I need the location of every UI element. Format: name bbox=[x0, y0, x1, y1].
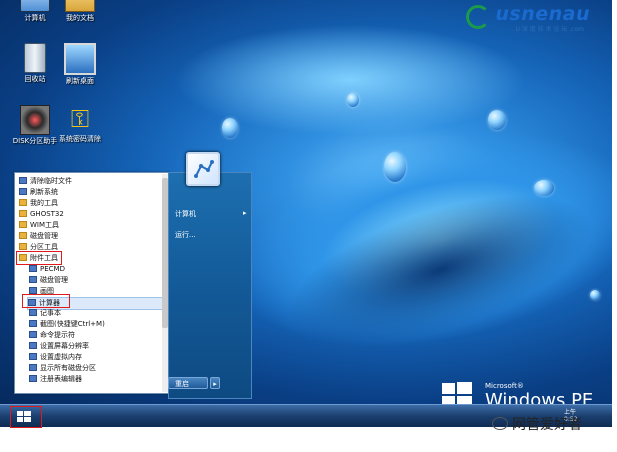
program-item[interactable]: 截图(快捷键Ctrl+M) bbox=[29, 319, 105, 330]
program-item[interactable]: 我的工具 bbox=[19, 198, 58, 209]
application-icon bbox=[29, 353, 37, 360]
program-item[interactable]: GHOST32 bbox=[19, 209, 64, 220]
water-highlight bbox=[160, 20, 540, 140]
program-item-label: 我的工具 bbox=[30, 199, 58, 207]
wechat-icon bbox=[492, 417, 508, 430]
network-icon bbox=[194, 160, 214, 178]
highlight-calculator bbox=[22, 294, 70, 308]
watermark: 网管爱好者 bbox=[492, 414, 582, 434]
program-item[interactable]: 磁盘管理 bbox=[29, 275, 68, 286]
program-item-label: WIM工具 bbox=[30, 221, 60, 229]
application-icon bbox=[19, 177, 27, 184]
program-item[interactable]: WIM工具 bbox=[19, 220, 59, 231]
program-item-label: 刷新系统 bbox=[30, 188, 58, 196]
brand-logo: usnenau bbox=[495, 3, 590, 25]
program-item[interactable]: 设置虚拟内存 bbox=[29, 352, 82, 363]
windows-logo-icon bbox=[442, 382, 472, 404]
program-item-label: 磁盘管理 bbox=[40, 276, 68, 284]
water-drop bbox=[384, 152, 406, 182]
water-drop bbox=[534, 180, 554, 196]
program-item[interactable]: 命令提示符 bbox=[29, 330, 75, 341]
restart-options-button[interactable]: ▸ bbox=[210, 377, 220, 389]
brand-logo-icon bbox=[466, 5, 490, 29]
desktop-icon-documents[interactable]: 我的文档 bbox=[45, 0, 115, 23]
application-icon bbox=[29, 265, 37, 272]
application-icon bbox=[29, 375, 37, 382]
program-item[interactable]: PECMD bbox=[29, 264, 65, 275]
application-icon bbox=[29, 276, 37, 283]
program-item-label: 设置虚拟内存 bbox=[40, 353, 82, 361]
desktop-icon-refresh-desktop[interactable]: 刷新桌面 bbox=[45, 43, 115, 86]
vendor-label: Microsoft® bbox=[485, 382, 524, 390]
folder-icon bbox=[19, 243, 27, 250]
program-item-label: 命令提示符 bbox=[40, 331, 75, 339]
highlight-accessories-folder bbox=[16, 251, 62, 265]
folder-icon bbox=[19, 210, 27, 217]
application-icon bbox=[29, 342, 37, 349]
start-menu-right-pane: 计算机 ▸ 运行... bbox=[168, 172, 252, 399]
application-icon bbox=[29, 364, 37, 371]
start-menu-computer[interactable]: 计算机 ▸ bbox=[175, 209, 247, 219]
start-menu-run[interactable]: 运行... bbox=[175, 230, 196, 240]
water-drop bbox=[488, 110, 506, 130]
program-item[interactable]: 显示所有磁盘分区 bbox=[29, 363, 96, 374]
chevron-right-icon: ▸ bbox=[243, 209, 247, 217]
program-item-label: PECMD bbox=[40, 265, 65, 273]
application-icon bbox=[29, 331, 37, 338]
program-item-label: 设置屏幕分辨率 bbox=[40, 342, 89, 350]
folder-icon bbox=[19, 221, 27, 228]
restart-button[interactable]: 重启 bbox=[168, 377, 208, 389]
application-icon bbox=[19, 188, 27, 195]
program-item-label: 分区工具 bbox=[30, 243, 58, 251]
program-item[interactable]: 磁盘管理 bbox=[19, 231, 58, 242]
start-menu: 清除临时文件 刷新系统 我的工具 GHOST32 WIM工具 磁盘管理 分区工具 附件工具 PE… bbox=[8, 163, 252, 399]
key-icon: ⚿ bbox=[70, 105, 90, 133]
program-item-label: 记事本 bbox=[40, 309, 61, 317]
application-icon bbox=[29, 287, 37, 294]
user-picture bbox=[186, 152, 220, 186]
application-icon bbox=[29, 320, 37, 327]
program-item-label: GHOST32 bbox=[30, 210, 64, 218]
os-label: Windows PE bbox=[485, 390, 594, 404]
folder-icon bbox=[19, 232, 27, 239]
program-item[interactable]: 清除临时文件 bbox=[19, 176, 72, 187]
application-icon bbox=[29, 309, 37, 316]
program-item[interactable]: 记事本 bbox=[29, 308, 61, 319]
windows-pe-branding: Microsoft® Windows PE bbox=[441, 381, 593, 404]
program-item-label: 清除临时文件 bbox=[30, 177, 72, 185]
program-item-label: 截图(快捷键Ctrl+M) bbox=[40, 320, 105, 328]
brand-subtitle: U 深 度 技 术 论 坛 .com bbox=[515, 26, 584, 33]
water-drop bbox=[222, 118, 238, 138]
program-item-label: 显示所有磁盘分区 bbox=[40, 364, 96, 372]
water-drop bbox=[347, 93, 359, 107]
program-item[interactable]: 设置屏幕分辨率 bbox=[29, 341, 89, 352]
documents-icon bbox=[65, 0, 95, 12]
highlight-start-button bbox=[10, 406, 42, 428]
recycle-bin-icon bbox=[24, 43, 46, 73]
desktop-icon-password-clear[interactable]: ⚿ 系统密码清除 bbox=[45, 105, 115, 144]
folder-icon bbox=[19, 199, 27, 206]
program-item[interactable]: 注册表编辑器 bbox=[29, 374, 82, 385]
program-item[interactable]: 刷新系统 bbox=[19, 187, 58, 198]
program-item-label: 磁盘管理 bbox=[30, 232, 58, 240]
program-item-label: 注册表编辑器 bbox=[40, 375, 82, 383]
water-drop bbox=[590, 290, 600, 300]
start-menu-program-list: 清除临时文件 刷新系统 我的工具 GHOST32 WIM工具 磁盘管理 分区工具 附件工具 PE… bbox=[14, 172, 170, 394]
refresh-desktop-icon bbox=[64, 43, 96, 75]
